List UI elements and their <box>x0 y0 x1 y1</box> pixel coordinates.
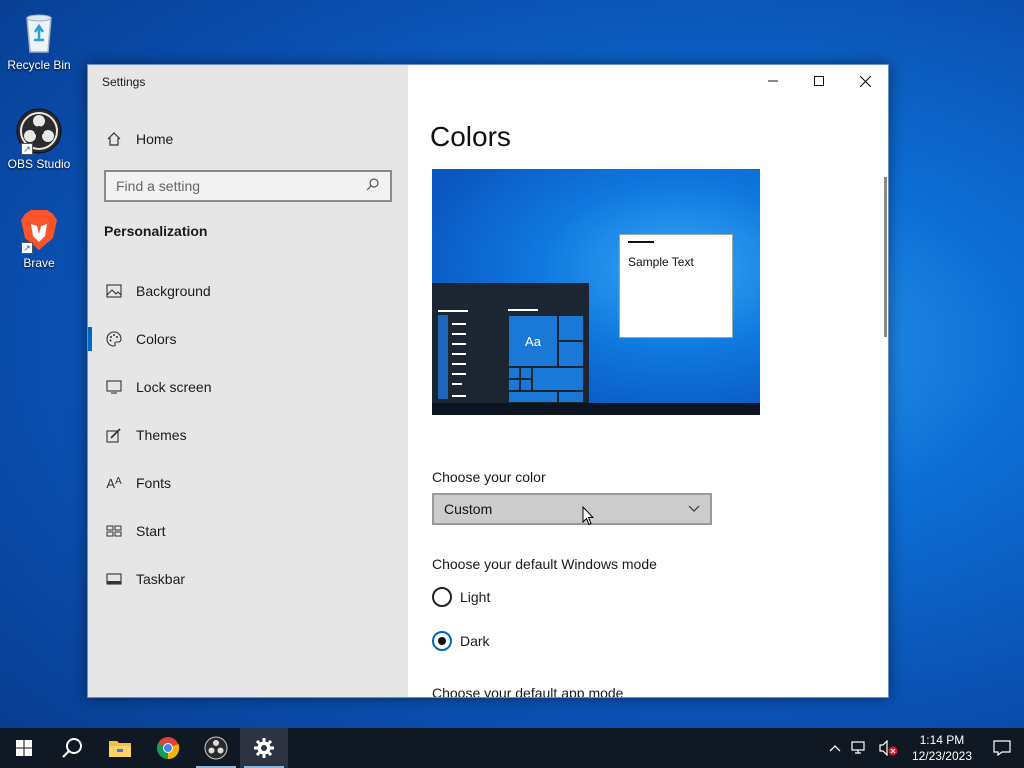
sidebar-item-label: Colors <box>136 331 177 347</box>
desktop-icon-label: Recycle Bin <box>7 58 71 72</box>
sidebar-item-fonts[interactable]: AA Fonts <box>88 459 408 507</box>
system-tray: 1:14 PM 12/23/2023 <box>824 728 1024 768</box>
action-center-button[interactable] <box>980 728 1024 768</box>
image-icon <box>104 284 124 298</box>
brush-icon <box>104 427 124 443</box>
settings-taskbar-button[interactable] <box>240 728 288 768</box>
mouse-cursor-icon <box>582 506 594 526</box>
choose-color-label: Choose your color <box>432 469 546 485</box>
settings-gear-icon <box>254 738 274 758</box>
clock-date: 12/23/2023 <box>911 749 972 763</box>
window-title: Settings <box>102 75 146 89</box>
brave-lion-icon: ↗ <box>15 206 63 254</box>
theme-preview: Aa Sample Text <box>432 169 760 415</box>
network-button[interactable] <box>846 728 874 768</box>
chevron-down-icon <box>688 505 700 512</box>
settings-sidebar: Settings Home Personalization Background <box>88 65 408 697</box>
radio-label: Light <box>460 589 491 605</box>
start-tiles-icon <box>104 525 124 537</box>
nav-home-label: Home <box>136 131 174 147</box>
sidebar-item-label: Themes <box>136 427 187 443</box>
search-box[interactable] <box>104 170 392 202</box>
sidebar-item-colors[interactable]: Colors <box>88 315 408 363</box>
settings-window: Settings Home Personalization Background <box>87 64 889 698</box>
search-icon <box>62 738 82 758</box>
sidebar-item-label: Lock screen <box>136 379 212 395</box>
desktop-icon-recycle-bin[interactable]: Recycle Bin <box>4 8 74 72</box>
dropdown-value: Custom <box>444 501 493 517</box>
sidebar-item-label: Fonts <box>136 475 172 491</box>
windows-logo-icon <box>16 740 32 756</box>
choose-color-dropdown[interactable]: Custom <box>432 493 712 525</box>
monitor-lock-icon <box>104 380 124 394</box>
radio-dark[interactable]: Dark <box>432 631 490 651</box>
search-icon[interactable] <box>366 177 380 196</box>
preview-tile-label: Aa <box>508 315 558 367</box>
start-button[interactable] <box>0 728 48 768</box>
font-icon: AA <box>106 475 122 491</box>
preview-sample-text: Sample Text <box>628 255 694 269</box>
section-heading: Personalization <box>104 223 208 239</box>
clock-time: 1:14 PM <box>919 733 965 747</box>
preview-taskbar <box>432 403 760 415</box>
obs-icon <box>204 736 228 760</box>
home-icon <box>104 131 124 147</box>
taskbar-icon <box>104 573 124 585</box>
chevron-up-icon <box>829 745 841 752</box>
volume-muted-icon <box>879 740 898 756</box>
chrome-icon <box>157 737 180 760</box>
taskbar: 1:14 PM 12/23/2023 <box>0 728 1024 768</box>
content-pane: Colors Aa Sample Text Choose your color … <box>408 65 888 697</box>
desktop-icon-label: OBS Studio <box>7 157 71 171</box>
volume-button[interactable] <box>874 728 904 768</box>
obs-studio-icon: ↗ <box>15 107 63 155</box>
sidebar-item-label: Taskbar <box>136 571 186 587</box>
preview-window: Sample Text <box>619 234 733 338</box>
clock[interactable]: 1:14 PM 12/23/2023 <box>904 728 980 768</box>
sidebar-item-label: Start <box>136 523 166 539</box>
radio-light[interactable]: Light <box>432 587 490 607</box>
sidebar-item-label: Background <box>136 283 211 299</box>
scrollbar[interactable] <box>884 177 887 337</box>
windows-mode-label: Choose your default Windows mode <box>432 556 657 572</box>
radio-button[interactable] <box>432 587 452 607</box>
sidebar-item-lock-screen[interactable]: Lock screen <box>88 363 408 411</box>
file-explorer-button[interactable] <box>96 728 144 768</box>
chrome-button[interactable] <box>144 728 192 768</box>
show-hidden-icons-button[interactable] <box>824 728 846 768</box>
sidebar-item-taskbar[interactable]: Taskbar <box>88 555 408 603</box>
search-button[interactable] <box>48 728 96 768</box>
palette-icon <box>104 331 124 347</box>
preview-start-menu: Aa <box>432 283 589 403</box>
shortcut-arrow-icon: ↗ <box>21 242 33 254</box>
nav-list: Background Colors Lock screen Themes A A… <box>88 267 408 603</box>
recycle-bin-icon <box>15 8 63 56</box>
app-mode-label: Choose your default app mode <box>432 685 624 697</box>
radio-button-checked[interactable] <box>432 631 452 651</box>
search-input[interactable] <box>116 178 366 194</box>
obs-taskbar-button[interactable] <box>192 728 240 768</box>
desktop-icon-label: Brave <box>23 256 55 270</box>
nav-home[interactable]: Home <box>104 129 173 149</box>
page-title: Colors <box>430 121 511 152</box>
sidebar-item-background[interactable]: Background <box>88 267 408 315</box>
desktop-icon-brave[interactable]: ↗ Brave <box>4 206 74 270</box>
notifications-icon <box>993 740 1011 756</box>
network-icon <box>851 741 865 754</box>
desktop-icon-obs-studio[interactable]: ↗ OBS Studio <box>4 107 74 171</box>
radio-label: Dark <box>460 633 490 649</box>
shortcut-arrow-icon: ↗ <box>21 143 33 155</box>
sidebar-item-themes[interactable]: Themes <box>88 411 408 459</box>
sidebar-item-start[interactable]: Start <box>88 507 408 555</box>
file-explorer-icon <box>109 741 131 757</box>
